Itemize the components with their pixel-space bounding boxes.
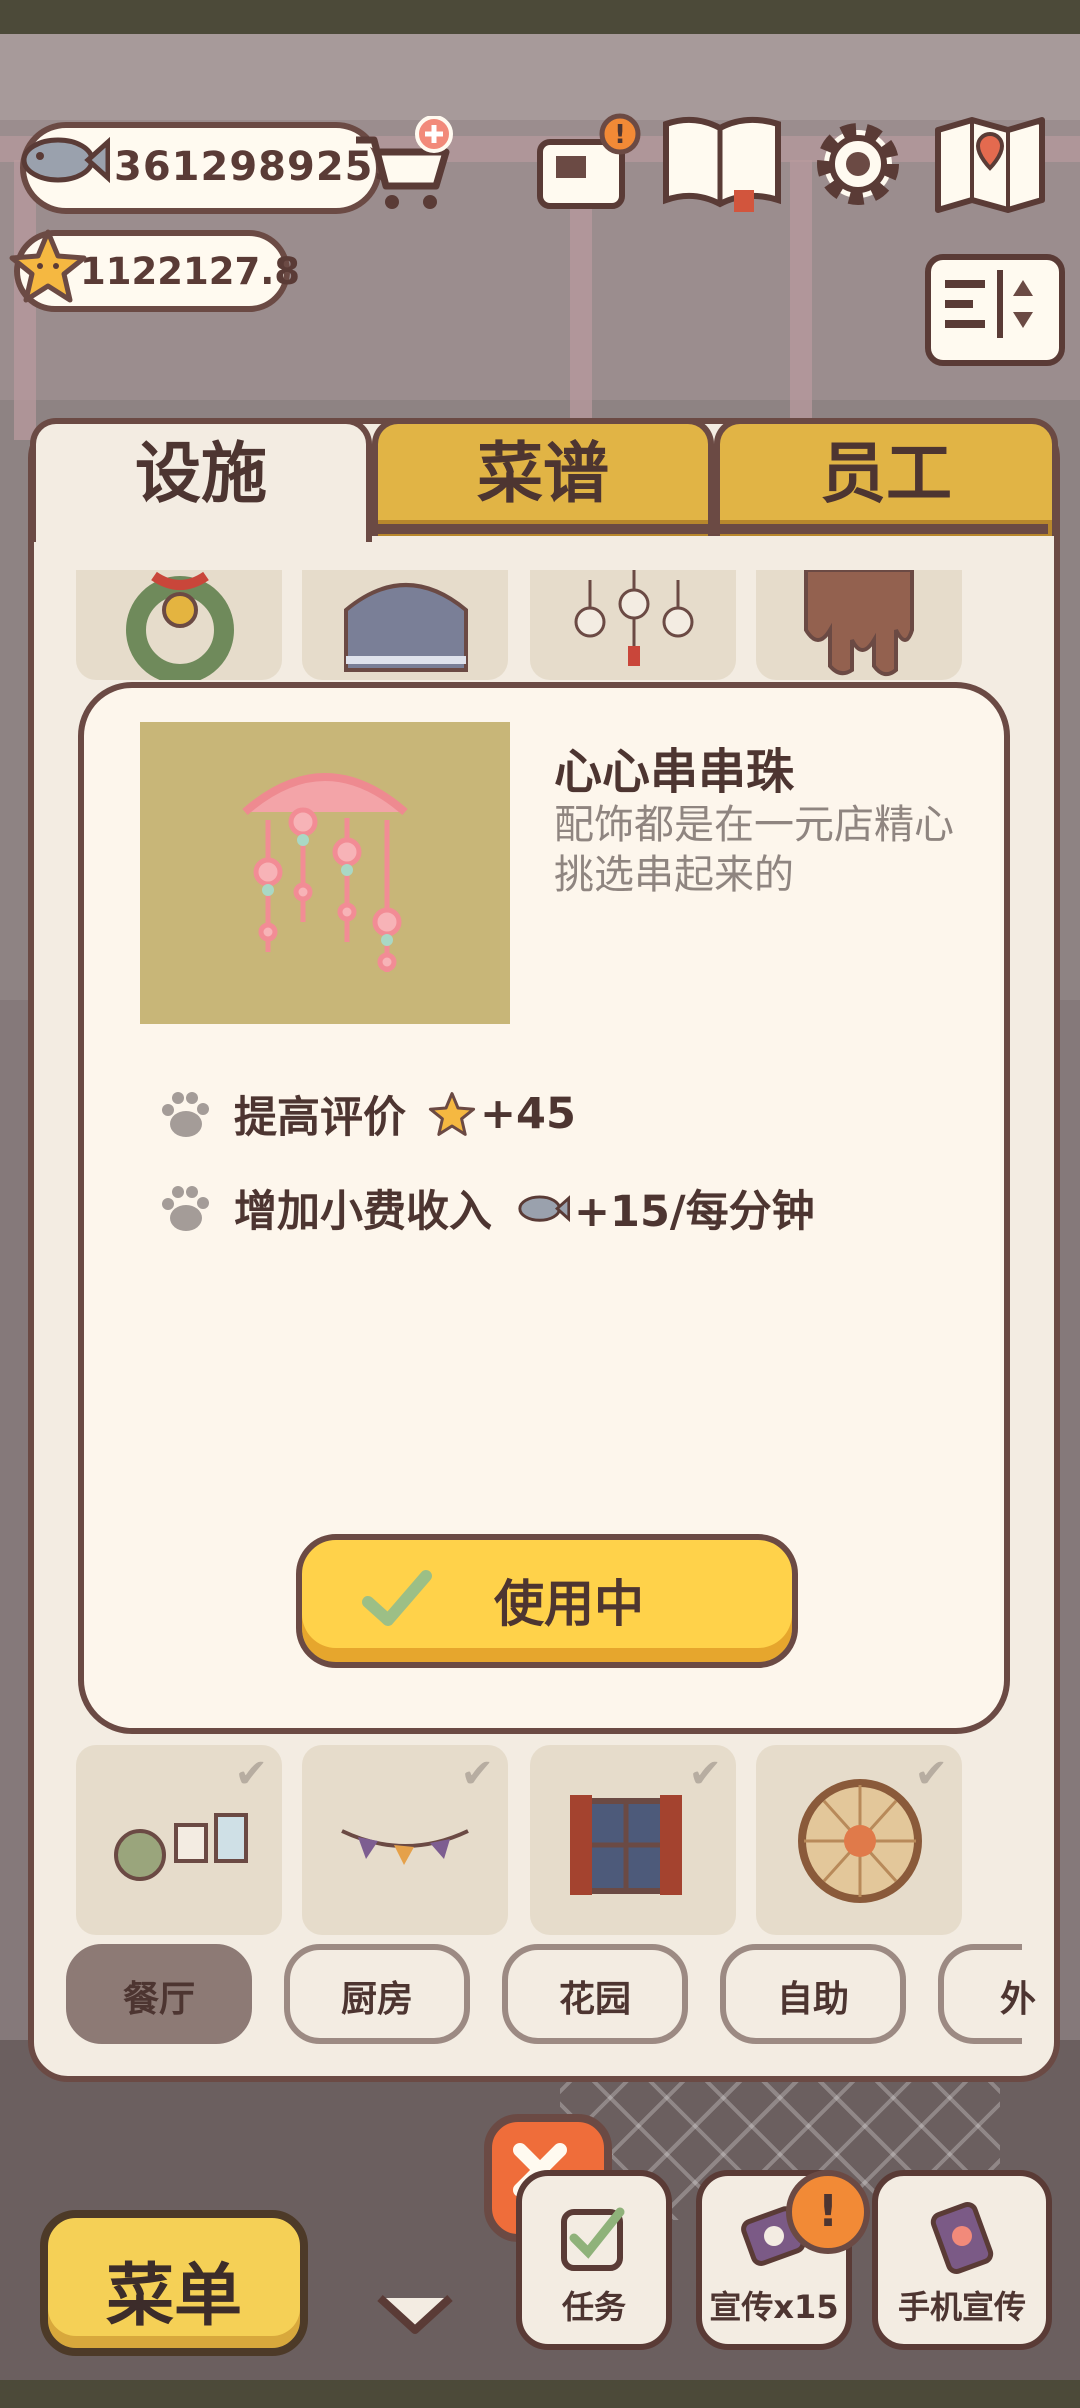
stat-tip-income: 增加小费收入 +15/每分钟 bbox=[156, 1180, 815, 1237]
promo-alert-badge: ! bbox=[786, 2170, 870, 2254]
category-tab-kitchen[interactable]: 厨房 bbox=[284, 1944, 470, 2044]
heart-beads-icon bbox=[242, 773, 408, 972]
category-tab-buffet[interactable]: 自助 bbox=[720, 1944, 906, 2044]
task-label: 任务 bbox=[561, 2288, 626, 2326]
book-icon[interactable] bbox=[660, 112, 784, 214]
category-tab-outside[interactable]: 外 bbox=[938, 1944, 1036, 2044]
paw-icon bbox=[162, 1186, 209, 1231]
sliders-icon bbox=[945, 270, 1033, 338]
checkbox-icon bbox=[561, 2207, 625, 2271]
checkmark-icon bbox=[362, 1570, 432, 1626]
fish-icon bbox=[21, 136, 110, 184]
facility-item-wreath[interactable] bbox=[76, 570, 282, 684]
curtain-icon bbox=[344, 583, 468, 672]
owned-check-icon: ✔ bbox=[234, 1751, 268, 1797]
mail-icon[interactable]: ! bbox=[534, 112, 642, 214]
stat-rating-label: 提高评价 bbox=[234, 1093, 406, 1143]
facility-item-chocolate[interactable] bbox=[756, 568, 962, 680]
facility-item-curtain[interactable] bbox=[302, 570, 508, 680]
stat-rating-value: +45 bbox=[480, 1089, 576, 1139]
star-icon bbox=[9, 229, 87, 303]
menu-button[interactable]: 菜单 bbox=[40, 2210, 308, 2356]
promo-label: 宣传x15 bbox=[709, 2288, 839, 2326]
chevron-down-icon[interactable] bbox=[370, 2286, 460, 2342]
stat-rating: 提高评价 +45 bbox=[156, 1086, 576, 1143]
in-use-button[interactable]: 使用中 bbox=[296, 1534, 798, 1668]
stat-tip-label: 增加小费收入 bbox=[234, 1187, 492, 1237]
wreath-icon bbox=[126, 571, 234, 684]
owned-check-icon: ✔ bbox=[460, 1751, 494, 1797]
phone-icon bbox=[930, 2202, 994, 2274]
star-currency-value: 1122127.8 bbox=[80, 250, 301, 293]
facility-item-round-window[interactable]: ✔ bbox=[756, 1745, 962, 1935]
owned-check-icon: ✔ bbox=[914, 1751, 948, 1797]
category-tab-garden[interactable]: 花园 bbox=[502, 1944, 688, 2044]
facility-item-window[interactable]: ✔ bbox=[530, 1745, 736, 1935]
phone-promo-label: 手机宣传 bbox=[897, 2288, 1026, 2326]
shop-cart-button[interactable] bbox=[350, 116, 460, 214]
star-icon bbox=[428, 1092, 476, 1136]
chocolate-drip-icon bbox=[804, 568, 914, 677]
item-preview-image bbox=[140, 722, 510, 1024]
tab-facilities[interactable]: 设施 bbox=[30, 418, 372, 542]
facility-item-chimes[interactable] bbox=[530, 570, 736, 680]
layout-toggle-button[interactable] bbox=[925, 254, 1065, 366]
tab-staff[interactable]: 员工 bbox=[714, 418, 1058, 536]
phone-promo-button[interactable]: 手机宣传 bbox=[872, 2170, 1052, 2350]
map-icon[interactable] bbox=[932, 112, 1048, 214]
facility-item-decor-1[interactable]: ✔ bbox=[76, 1745, 282, 1935]
paw-icon bbox=[162, 1092, 209, 1137]
owned-check-icon: ✔ bbox=[688, 1751, 722, 1797]
in-use-label: 使用中 bbox=[494, 1575, 644, 1633]
menu-button-label: 菜单 bbox=[105, 2257, 242, 2336]
category-tab-restaurant[interactable]: 餐厅 bbox=[66, 1944, 252, 2044]
gear-icon[interactable] bbox=[804, 112, 912, 214]
wind-chime-icon bbox=[574, 570, 694, 666]
tab-bar-divider bbox=[360, 524, 1048, 534]
task-button[interactable]: 任务 bbox=[516, 2170, 672, 2350]
svg-text:!: ! bbox=[614, 120, 626, 150]
item-detail-dialog: 心心串串珠 配饰都是在一元店精心挑选串起来的 提高评价 +45 增加小费收入 +… bbox=[78, 682, 1010, 1734]
tab-recipes[interactable]: 菜谱 bbox=[372, 418, 714, 536]
fish-icon bbox=[518, 1195, 570, 1223]
stat-tip-value: +15/每分钟 bbox=[574, 1187, 815, 1237]
item-description: 配饰都是在一元店精心挑选串起来的 bbox=[554, 802, 954, 898]
item-title: 心心串串珠 bbox=[554, 744, 795, 800]
facility-item-bunting[interactable]: ✔ bbox=[302, 1745, 508, 1935]
